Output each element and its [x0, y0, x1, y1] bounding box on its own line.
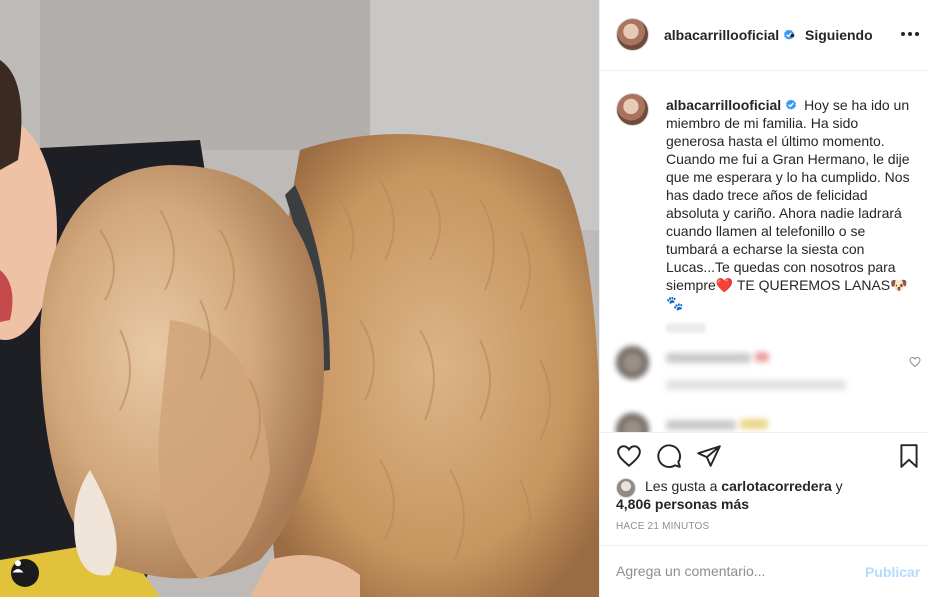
- author-avatar[interactable]: [616, 18, 649, 51]
- comments-list[interactable]: albacarrillooficial Hoy se ha ido un mie…: [600, 71, 927, 432]
- add-comment-bar: Publicar: [600, 545, 927, 597]
- comment-meta: [666, 380, 846, 390]
- comment-input[interactable]: [616, 563, 846, 579]
- heart-emoji: ❤️: [715, 277, 734, 293]
- post-timestamp[interactable]: HACE 21 MINUTOS: [616, 521, 709, 532]
- person-tag-button[interactable]: [11, 559, 39, 587]
- post-photo[interactable]: [0, 0, 599, 597]
- blurred-comment: [600, 346, 927, 406]
- verified-badge-icon: [786, 99, 797, 110]
- caption-timestamp: [666, 323, 706, 333]
- paws-emoji: 🐾: [666, 295, 684, 311]
- share-icon[interactable]: [696, 443, 722, 469]
- caption-text: albacarrillooficial Hoy se ha ido un mie…: [666, 96, 920, 312]
- post-header: albacarrillooficial • Siguiendo: [600, 0, 927, 71]
- dog-photo-image: [0, 0, 599, 597]
- author-username[interactable]: albacarrillooficial: [664, 27, 795, 43]
- heart-icon[interactable]: [909, 356, 921, 368]
- likes-suffix: y: [831, 478, 843, 494]
- likes-line-1: Les gusta a carlotacorredera y: [645, 477, 843, 495]
- caption-body: Hoy se ha ido un miembro de mi familia. …: [666, 97, 910, 293]
- post-details-panel: albacarrillooficial • Siguiendo albacarr…: [599, 0, 927, 597]
- following-button[interactable]: Siguiendo: [805, 27, 873, 43]
- like-icon[interactable]: [616, 443, 642, 469]
- liker-username[interactable]: carlotacorredera: [721, 478, 832, 494]
- likes-count[interactable]: 4,806 personas más: [616, 495, 749, 513]
- comment-emoji: [740, 419, 768, 429]
- caption-body-2: TE QUEREMOS LANAS: [733, 277, 891, 293]
- caption-avatar[interactable]: [616, 93, 649, 126]
- likes-prefix: Les gusta a: [645, 478, 722, 494]
- blurred-comment: [600, 413, 927, 432]
- more-options-icon[interactable]: [901, 28, 919, 40]
- commenter-name: [666, 353, 751, 363]
- commenter-avatar: [616, 346, 649, 379]
- publish-button[interactable]: Publicar: [865, 564, 920, 580]
- caption-username[interactable]: albacarrillooficial: [666, 97, 797, 113]
- comment-icon[interactable]: [656, 443, 682, 469]
- commenter-name: [666, 420, 736, 430]
- action-bar: [600, 432, 927, 472]
- save-icon[interactable]: [896, 443, 922, 469]
- header-separator: •: [790, 27, 795, 43]
- commenter-avatar: [616, 413, 649, 432]
- person-tag-icon: [12, 560, 24, 573]
- dog-emoji: 🐶: [890, 277, 908, 293]
- comment-emoji: [755, 352, 769, 362]
